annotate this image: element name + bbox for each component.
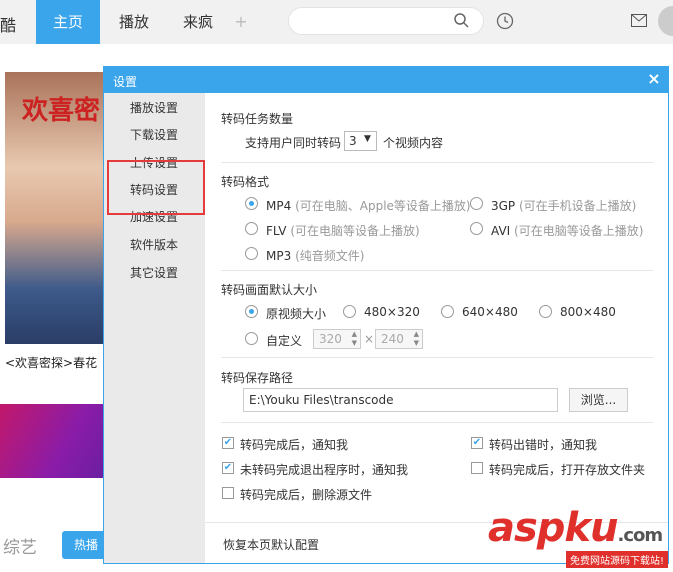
sidebar-item-other[interactable]: 其它设置	[130, 264, 178, 281]
radio-640x480[interactable]	[441, 305, 454, 318]
checkbox-notify-error[interactable]: ✔	[471, 437, 483, 449]
checkbox-open-folder[interactable]	[471, 462, 483, 474]
tab-home[interactable]: 主页	[36, 0, 100, 44]
custom-height-stepper[interactable]: 240 ▲ ▼	[375, 329, 423, 349]
radio-480x320[interactable]	[343, 305, 356, 318]
task-count-prefix: 支持用户同时转码	[245, 136, 342, 150]
tab-play[interactable]: 播放	[114, 0, 154, 44]
checkbox-notify-done[interactable]: ✔	[222, 437, 234, 449]
tab-laifeng[interactable]: 来疯	[178, 0, 218, 44]
section-title: 综艺	[3, 538, 37, 558]
size-640x480-label: 640×480	[462, 305, 518, 319]
delete-source-label: 转码完成后，删除源文件	[240, 488, 373, 502]
size-800x480-label: 800×480	[560, 305, 616, 319]
radio-original-size[interactable]	[245, 305, 258, 318]
checkbox-notify-exit[interactable]: ✔	[222, 462, 234, 474]
app-logo: 酷	[0, 16, 17, 35]
times-sign: ×	[364, 332, 375, 346]
open-folder-label: 转码完成后，打开存放文件夹	[489, 463, 646, 477]
notify-exit-label: 未转码完成退出程序时，通知我	[240, 463, 409, 477]
mail-icon[interactable]	[631, 14, 647, 27]
format-heading: 转码格式	[221, 175, 270, 189]
promo-banner[interactable]	[0, 404, 106, 478]
watermark-logo: aspku.com	[488, 505, 663, 551]
dialog-title: 设置	[113, 75, 138, 89]
settings-dialog: 设置 × 播放设置 下载设置 上传设置 转码设置 加速设置 软件版本 其它设置 …	[103, 66, 669, 564]
dialog-titlebar[interactable]	[104, 67, 668, 93]
history-icon[interactable]	[496, 12, 514, 30]
radio-3gp[interactable]	[470, 197, 483, 210]
size-480x320-label: 480×320	[364, 305, 420, 319]
path-heading: 转码保存路径	[221, 371, 294, 385]
notify-done-label: 转码完成后，通知我	[240, 438, 349, 452]
format-avi-label: AVI (可在电脑等设备上播放)	[491, 224, 644, 238]
format-3gp-label: 3GP (可在手机设备上播放)	[491, 199, 637, 213]
size-original-label: 原视频大小	[266, 307, 327, 321]
close-icon[interactable]: ×	[644, 69, 664, 88]
radio-mp4[interactable]	[245, 197, 258, 210]
notify-error-label: 转码出错时，通知我	[489, 438, 598, 452]
sidebar-item-play[interactable]: 播放设置	[130, 99, 178, 116]
selection-highlight-box	[107, 160, 205, 215]
radio-800x480[interactable]	[539, 305, 552, 318]
divider	[221, 162, 653, 163]
chevron-down-icon: ▼	[364, 134, 371, 144]
poster-caption[interactable]: <欢喜密探>春花	[5, 354, 97, 371]
save-path-input[interactable]: E:\Youku Files\transcode	[243, 388, 558, 412]
radio-custom-size[interactable]	[245, 332, 258, 345]
radio-avi[interactable]	[470, 222, 483, 235]
sidebar-item-version[interactable]: 软件版本	[130, 236, 178, 253]
add-tab-button[interactable]: +	[234, 0, 248, 44]
custom-width-stepper[interactable]: 320 ▲ ▼	[313, 329, 361, 349]
format-flv-label: FLV (可在电脑等设备上播放)	[266, 224, 420, 238]
browse-button[interactable]: 浏览...	[569, 388, 628, 412]
checkbox-delete-source[interactable]	[222, 487, 234, 499]
size-heading: 转码画面默认大小	[221, 283, 318, 297]
task-count-select[interactable]: 3 ▼	[344, 131, 377, 151]
restore-defaults-link[interactable]: 恢复本页默认配置	[223, 536, 319, 553]
task-count-heading: 转码任务数量	[221, 112, 294, 126]
divider	[221, 270, 653, 271]
watermark-tagline: 免费网站源码下载站!	[566, 551, 669, 568]
format-mp3-label: MP3 (纯音频文件)	[266, 249, 365, 263]
size-custom-label: 自定义	[266, 334, 303, 348]
divider	[221, 422, 653, 423]
radio-mp3[interactable]	[245, 247, 258, 260]
task-count-value: 3	[349, 134, 357, 148]
poster-title-art: 欢喜密	[22, 96, 101, 126]
task-count-suffix: 个视频内容	[383, 136, 444, 150]
search-icon[interactable]	[453, 12, 469, 28]
radio-flv[interactable]	[245, 222, 258, 235]
divider	[221, 357, 653, 358]
format-mp4-label: MP4 (可在电脑、Apple等设备上播放)	[266, 199, 471, 213]
sidebar-item-download[interactable]: 下载设置	[130, 126, 178, 143]
